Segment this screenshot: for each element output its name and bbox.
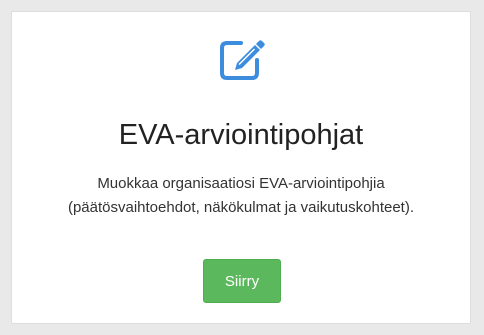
card-description: Muokkaa organisaatiosi EVA-arviointipohj… (67, 175, 415, 216)
icon-container (12, 33, 470, 85)
go-button[interactable]: Siirry (203, 259, 281, 303)
page-background: EVA-arviointipohjat Muokkaa organisaatio… (0, 0, 484, 335)
card-title: EVA-arviointipohjat (118, 119, 364, 151)
edit-icon (215, 33, 267, 85)
eva-templates-card: EVA-arviointipohjat Muokkaa organisaatio… (11, 11, 471, 324)
